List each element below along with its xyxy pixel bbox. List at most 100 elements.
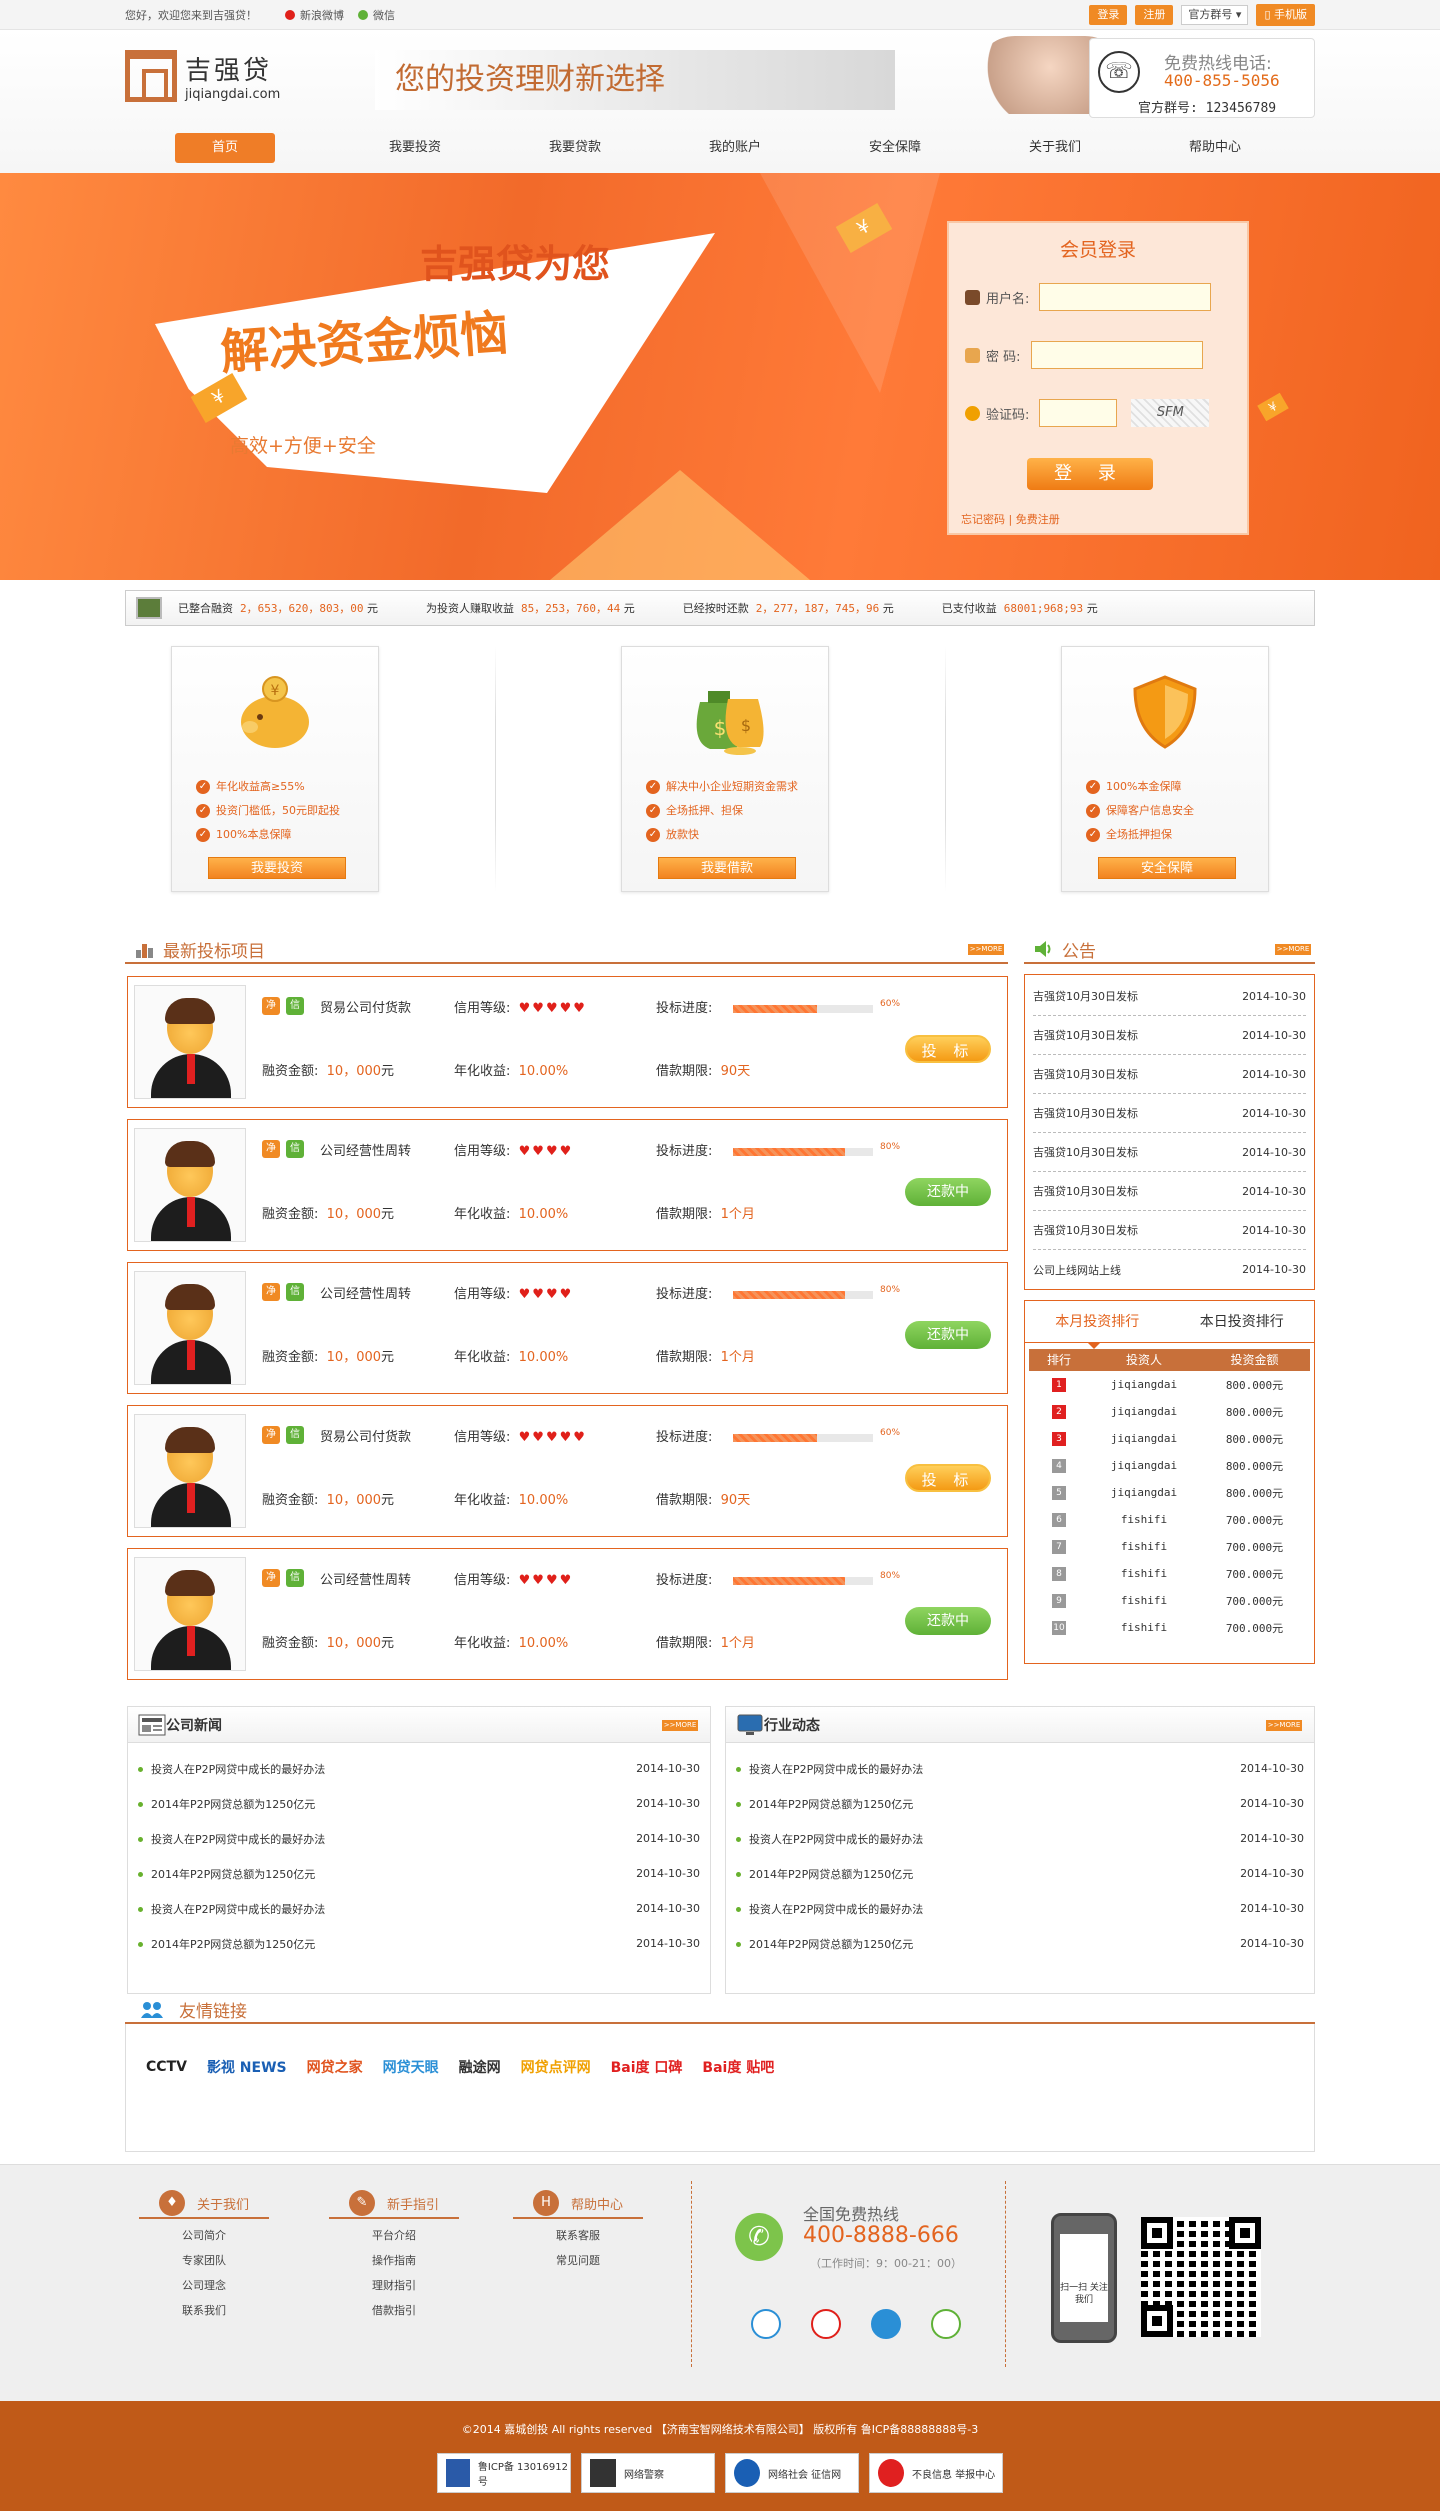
project-card[interactable]: 净 信 公司经营性周转 信用等级: ♥♥♥♥ 投标进度: 80% 还款中 融资金… (127, 1548, 1008, 1680)
nav-about[interactable]: 关于我们 (975, 133, 1135, 163)
captcha-input[interactable] (1039, 399, 1118, 427)
notice-item[interactable]: 吉强贷10月30日发标 2014-10-30 (1033, 1172, 1306, 1211)
qq-group-dropdown[interactable]: 官方群号 ▾ (1181, 5, 1249, 25)
news-item[interactable]: 2014年P2P网贷总额为1250亿元 2014-10-30 (138, 1926, 700, 1961)
friend-link-logo[interactable]: 网贷点评网 (517, 2054, 595, 2080)
footer-link[interactable]: 借款指引 (329, 2298, 459, 2323)
news-item[interactable]: 2014年P2P网贷总额为1250亿元 2014-10-30 (138, 1786, 700, 1821)
news-item[interactable]: 投资人在P2P网贷中成长的最好办法 2014-10-30 (138, 1891, 700, 1926)
nav-account[interactable]: 我的账户 (655, 133, 815, 163)
wechat-icon[interactable] (931, 2309, 961, 2339)
rank-number: 9 (1052, 1594, 1066, 1608)
captcha-image[interactable]: SFM (1131, 399, 1210, 427)
news-item[interactable]: 2014年P2P网贷总额为1250亿元 2014-10-30 (736, 1856, 1304, 1891)
friend-link-logo[interactable]: Bai度 口碑 (607, 2054, 687, 2080)
footer-help: H 帮助中心 联系客服 常见问题 (513, 2189, 643, 2273)
bid-button[interactable]: 投 标 (905, 1464, 991, 1492)
credit-badge[interactable]: 网络社会 征信网 (725, 2453, 859, 2493)
news-item[interactable]: 投资人在P2P网贷中成长的最好办法 2014-10-30 (138, 1751, 700, 1786)
project-name[interactable]: 贸易公司付货款 (320, 1426, 411, 1445)
password-input[interactable] (1030, 341, 1203, 369)
project-card[interactable]: 净 信 公司经营性周转 信用等级: ♥♥♥♥ 投标进度: 80% 还款中 融资金… (127, 1119, 1008, 1251)
news-item[interactable]: 投资人在P2P网贷中成长的最好办法 2014-10-30 (736, 1821, 1304, 1856)
bid-button[interactable]: 投 标 (905, 1035, 991, 1063)
repaying-button[interactable]: 还款中 (905, 1607, 991, 1635)
industry-news-more-link[interactable]: >>MORE (1266, 1720, 1302, 1731)
footer-link[interactable]: 公司理念 (139, 2273, 269, 2298)
footer-link[interactable]: 公司简介 (139, 2223, 269, 2248)
weibo-icon[interactable] (811, 2309, 841, 2339)
qzone-icon[interactable] (751, 2309, 781, 2339)
investor-name: jiqiangdai (1110, 1432, 1178, 1445)
project-name[interactable]: 公司经营性周转 (320, 1283, 411, 1302)
police-badge[interactable]: 网络警察 (581, 2453, 715, 2493)
news-item[interactable]: 投资人在P2P网贷中成长的最好办法 2014-10-30 (736, 1891, 1304, 1926)
mobile-version-button[interactable]: ▯ 手机版 (1256, 4, 1315, 26)
forgot-password-link[interactable]: 忘记密码 (961, 513, 1005, 526)
wechat-link[interactable]: 微信 (358, 7, 395, 23)
icp-badge[interactable]: 鲁ICP备 13016912号 (437, 2453, 571, 2493)
footer-link[interactable]: 操作指南 (329, 2248, 459, 2273)
news-item[interactable]: 2014年P2P网贷总额为1250亿元 2014-10-30 (736, 1786, 1304, 1821)
footer-link[interactable]: 联系客服 (513, 2223, 643, 2248)
tab-daily-ranking[interactable]: 本日投资排行 (1170, 1301, 1315, 1342)
avatar (134, 1128, 246, 1242)
project-card[interactable]: 净 信 公司经营性周转 信用等级: ♥♥♥♥ 投标进度: 80% 还款中 融资金… (127, 1262, 1008, 1394)
project-name[interactable]: 公司经营性周转 (320, 1140, 411, 1159)
loan-button[interactable]: 我要借款 (658, 857, 796, 879)
notice-item[interactable]: 吉强贷10月30日发标 2014-10-30 (1033, 1211, 1306, 1250)
news-item[interactable]: 2014年P2P网贷总额为1250亿元 2014-10-30 (138, 1856, 700, 1891)
friend-link-logo[interactable]: 影视 NEWS (203, 2054, 291, 2080)
project-name[interactable]: 公司经营性周转 (320, 1569, 411, 1588)
footer-link[interactable]: 理财指引 (329, 2273, 459, 2298)
projects-more-link[interactable]: >>MORE (968, 944, 1004, 955)
nav-security[interactable]: 安全保障 (815, 133, 975, 163)
nav-invest[interactable]: 我要投资 (335, 133, 495, 163)
investor-name: jiqiangdai (1110, 1459, 1178, 1472)
news-item[interactable]: 投资人在P2P网贷中成长的最好办法 2014-10-30 (736, 1751, 1304, 1786)
friend-link-logo[interactable]: CCTV (142, 2054, 191, 2080)
top-register-button[interactable]: 注册 (1135, 5, 1174, 25)
footer-link[interactable]: 联系我们 (139, 2298, 269, 2323)
notice-item[interactable]: 吉强贷10月30日发标 2014-10-30 (1033, 1094, 1306, 1133)
feature-item: 100%本金保障 (1086, 775, 1194, 799)
weibo-link[interactable]: 新浪微博 (285, 7, 344, 23)
notice-item[interactable]: 吉强贷10月30日发标 2014-10-30 (1033, 1016, 1306, 1055)
notice-item[interactable]: 吉强贷10月30日发标 2014-10-30 (1033, 1055, 1306, 1094)
notice-item[interactable]: 吉强贷10月30日发标 2014-10-30 (1033, 1133, 1306, 1172)
nav-help[interactable]: 帮助中心 (1135, 133, 1295, 163)
friend-link-logo[interactable]: 网贷之家 (303, 2054, 367, 2080)
free-register-link[interactable]: 免费注册 (1016, 513, 1060, 526)
news-item[interactable]: 投资人在P2P网贷中成长的最好办法 2014-10-30 (138, 1821, 700, 1856)
friend-link-logo[interactable]: 网贷天眼 (379, 2054, 443, 2080)
security-button[interactable]: 安全保障 (1098, 857, 1236, 879)
repaying-button[interactable]: 还款中 (905, 1178, 991, 1206)
site-logo[interactable]: 吉强贷 jiqiangdai.com (125, 50, 280, 102)
repaying-button[interactable]: 还款中 (905, 1321, 991, 1349)
ranking-row: 8 fishifi 700.000元 (1029, 1560, 1310, 1587)
divider (945, 646, 946, 892)
projects-section: 最新投标项目 >>MORE 净 信 贸易公司付货款 信用等级: ♥♥♥♥♥ 投标… (125, 936, 1008, 1680)
notice-more-link[interactable]: >>MORE (1275, 944, 1311, 955)
project-name[interactable]: 贸易公司付货款 (320, 997, 411, 1016)
tab-monthly-ranking[interactable]: 本月投资排行 (1025, 1301, 1170, 1349)
report-badge[interactable]: 不良信息 举报中心 (869, 2453, 1003, 2493)
footer-link[interactable]: 平台介绍 (329, 2223, 459, 2248)
news-item[interactable]: 2014年P2P网贷总额为1250亿元 2014-10-30 (736, 1926, 1304, 1961)
friend-link-logo[interactable]: 融途网 (455, 2054, 505, 2080)
notice-item[interactable]: 公司上线网站上线 2014-10-30 (1033, 1250, 1306, 1289)
p-icon[interactable] (871, 2309, 901, 2339)
username-input[interactable] (1039, 283, 1212, 311)
footer-link[interactable]: 专家团队 (139, 2248, 269, 2273)
friend-link-logo[interactable]: Bai度 贴吧 (698, 2054, 778, 2080)
nav-home[interactable]: 首页 (175, 133, 275, 163)
top-login-button[interactable]: 登录 (1089, 5, 1128, 25)
login-submit-button[interactable]: 登 录 (1027, 458, 1153, 490)
invest-button[interactable]: 我要投资 (208, 857, 346, 879)
footer-link[interactable]: 常见问题 (513, 2248, 643, 2273)
nav-loan[interactable]: 我要贷款 (495, 133, 655, 163)
project-card[interactable]: 净 信 贸易公司付货款 信用等级: ♥♥♥♥♥ 投标进度: 60% 投 标 融资… (127, 1405, 1008, 1537)
notice-item[interactable]: 吉强贷10月30日发标 2014-10-30 (1033, 977, 1306, 1016)
project-card[interactable]: 净 信 贸易公司付货款 信用等级: ♥♥♥♥♥ 投标进度: 60% 投 标 融资… (127, 976, 1008, 1108)
company-news-more-link[interactable]: >>MORE (662, 1720, 698, 1731)
